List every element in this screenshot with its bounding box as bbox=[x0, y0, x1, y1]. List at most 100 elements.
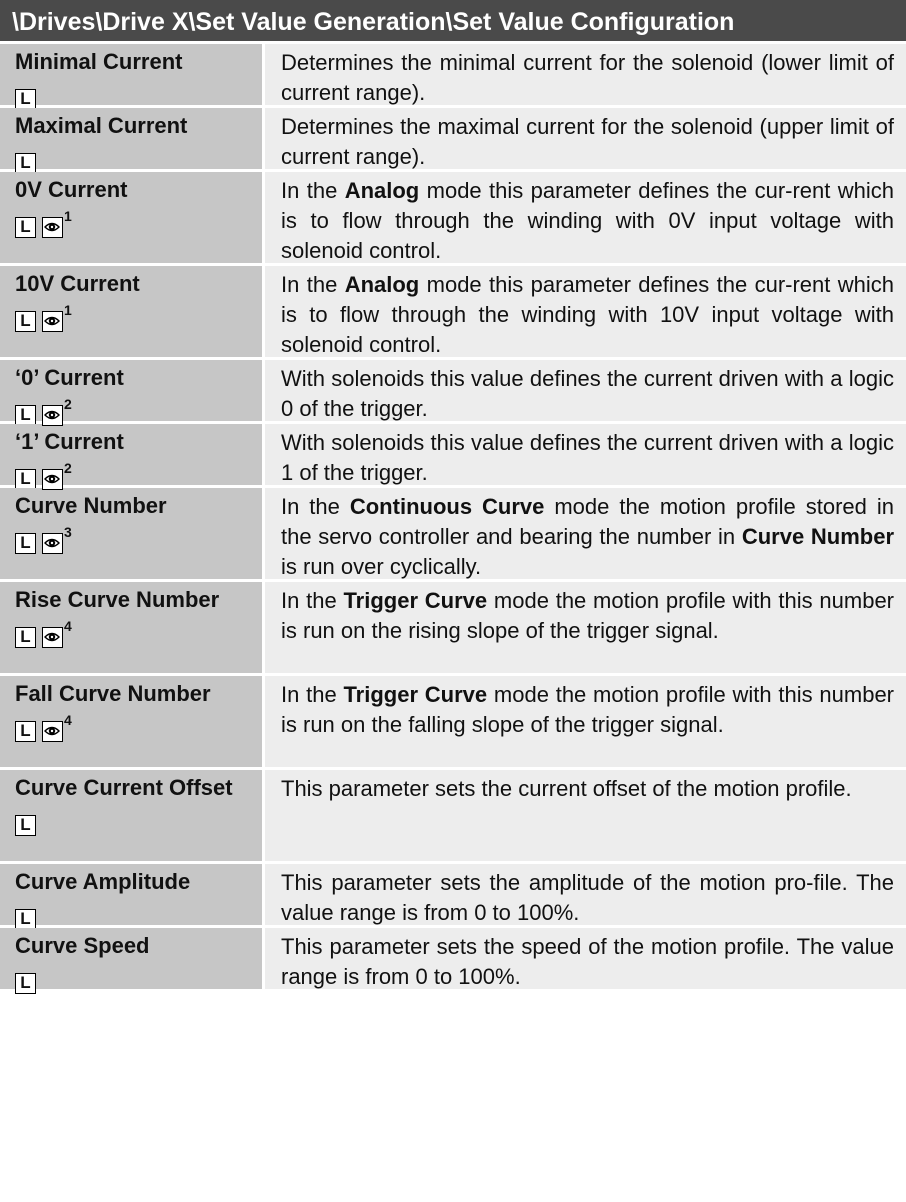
parameter-icons: L bbox=[15, 807, 256, 837]
description-text: In the bbox=[281, 682, 344, 707]
parameter-name: Curve Current Offset bbox=[15, 775, 233, 800]
parameter-name-cell: Fall Curve Number L 4 bbox=[0, 676, 265, 767]
parameter-icons: L bbox=[15, 145, 256, 175]
parameter-name: ‘1’ Current bbox=[15, 429, 124, 454]
parameter-table: Minimal Current L Determines the minimal c… bbox=[0, 44, 906, 994]
parameter-row: ‘0’ Current L 2 With solenoids this value d… bbox=[0, 360, 906, 426]
l-badge-icon: L bbox=[15, 469, 36, 490]
parameter-row: 10V Current L 1 In the Analog mode this par… bbox=[0, 266, 906, 360]
parameter-name-cell: Curve Number L 3 bbox=[0, 488, 265, 579]
description-text: Determines the minimal current for the s… bbox=[281, 50, 894, 105]
emphasized-term: Continuous Curve bbox=[349, 494, 545, 519]
footnote-marker: 3 bbox=[64, 524, 72, 540]
parameter-icons: L1 bbox=[15, 209, 256, 239]
description-text: With solenoids this value defines the cu… bbox=[281, 430, 894, 485]
parameter-name: Minimal Current bbox=[15, 49, 183, 74]
parameter-description: In the Trigger Curve mode the motion pro… bbox=[265, 582, 906, 673]
description-text: is run over cyclically. bbox=[281, 554, 482, 579]
parameter-name: Maximal Current bbox=[15, 113, 188, 138]
footnote-marker: 1 bbox=[64, 208, 72, 224]
description-text: In the bbox=[281, 178, 345, 203]
parameter-name-cell: Curve Amplitude L bbox=[0, 864, 265, 930]
l-badge-icon: L bbox=[15, 217, 36, 238]
parameter-row: Maximal Current L Determines the maximal c… bbox=[0, 108, 906, 174]
parameter-name: 0V Current bbox=[15, 177, 128, 202]
parameter-description: In the Continuous Curve mode the motion … bbox=[265, 488, 906, 579]
l-badge-icon: L bbox=[15, 311, 36, 332]
l-badge-icon: L bbox=[15, 89, 36, 110]
eye-icon bbox=[42, 469, 63, 490]
eye-icon bbox=[42, 311, 63, 332]
l-badge-icon: L bbox=[15, 973, 36, 994]
parameter-name-cell: ‘0’ Current L 2 bbox=[0, 360, 265, 426]
parameter-description: With solenoids this value defines the cu… bbox=[265, 424, 906, 485]
description-text: Determines the maximal current for the s… bbox=[281, 114, 894, 169]
parameter-icons: L2 bbox=[15, 461, 256, 491]
parameter-row: Curve Speed L This parameter sets the spee… bbox=[0, 928, 906, 994]
parameter-icons: L4 bbox=[15, 713, 256, 743]
footnote-marker: 2 bbox=[64, 396, 72, 412]
emphasized-term: Analog bbox=[344, 178, 420, 203]
parameter-description: In the Trigger Curve mode the motion pro… bbox=[265, 676, 906, 767]
parameter-name-cell: Curve Current Offset L bbox=[0, 770, 265, 861]
l-badge-icon: L bbox=[15, 909, 36, 930]
parameter-name: 10V Current bbox=[15, 271, 140, 296]
parameter-row: Rise Curve Number L 4 In the Trigger Curve … bbox=[0, 582, 906, 676]
parameter-name-cell: Maximal Current L bbox=[0, 108, 265, 174]
l-badge-icon: L bbox=[15, 721, 36, 742]
parameter-icons: L3 bbox=[15, 525, 256, 555]
parameter-description: Determines the minimal current for the s… bbox=[265, 44, 906, 105]
description-text: In the bbox=[281, 272, 345, 297]
parameter-description: This parameter sets the speed of the mot… bbox=[265, 928, 906, 989]
parameter-row: Curve Amplitude L This parameter sets the … bbox=[0, 864, 906, 930]
parameter-icons: L1 bbox=[15, 303, 256, 333]
l-badge-icon: L bbox=[15, 533, 36, 554]
footnote-marker: 4 bbox=[64, 618, 72, 634]
l-badge-icon: L bbox=[15, 815, 36, 836]
parameter-row: 0V Current L 1 In the Analog mode this para… bbox=[0, 172, 906, 266]
parameter-name-cell: ‘1’ Current L 2 bbox=[0, 424, 265, 490]
eye-icon bbox=[42, 217, 63, 238]
parameter-row: Fall Curve Number L 4 In the Trigger Curve … bbox=[0, 676, 906, 770]
parameter-icons: L bbox=[15, 81, 256, 111]
l-badge-icon: L bbox=[15, 627, 36, 648]
parameter-name-cell: 0V Current L 1 bbox=[0, 172, 265, 263]
parameter-name: Rise Curve Number bbox=[15, 587, 220, 612]
emphasized-term: Curve Number bbox=[741, 524, 895, 549]
parameter-document: \Drives\Drive X\Set Value Generation\Set… bbox=[0, 0, 906, 994]
description-text: This parameter sets the amplitude of the… bbox=[281, 870, 894, 925]
eye-icon bbox=[42, 405, 63, 426]
parameter-row: Curve Current Offset L This parameter sets… bbox=[0, 770, 906, 864]
parameter-description: This parameter sets the amplitude of the… bbox=[265, 864, 906, 925]
eye-icon bbox=[42, 721, 63, 742]
description-text: With solenoids this value defines the cu… bbox=[281, 366, 894, 421]
eye-icon bbox=[42, 533, 63, 554]
parameter-row: Curve Number L 3 In the Continuous Curve mo… bbox=[0, 488, 906, 582]
l-badge-icon: L bbox=[15, 153, 36, 174]
eye-icon bbox=[42, 627, 63, 648]
parameter-description: With solenoids this value defines the cu… bbox=[265, 360, 906, 421]
parameter-name: ‘0’ Current bbox=[15, 365, 124, 390]
emphasized-term: Trigger Curve bbox=[343, 682, 488, 707]
parameter-description: In the Analog mode this parameter define… bbox=[265, 266, 906, 357]
parameter-row: ‘1’ Current L 2 With solenoids this value d… bbox=[0, 424, 906, 490]
description-text: In the bbox=[281, 494, 350, 519]
parameter-description: Determines the maximal current for the s… bbox=[265, 108, 906, 169]
parameter-icons: L bbox=[15, 901, 256, 931]
footnote-marker: 2 bbox=[64, 460, 72, 476]
parameter-name-cell: Minimal Current L bbox=[0, 44, 265, 110]
parameter-name: Fall Curve Number bbox=[15, 681, 211, 706]
parameter-name-cell: Rise Curve Number L 4 bbox=[0, 582, 265, 673]
section-path-header: \Drives\Drive X\Set Value Generation\Set… bbox=[0, 0, 906, 44]
parameter-name: Curve Speed bbox=[15, 933, 150, 958]
parameter-name-cell: 10V Current L 1 bbox=[0, 266, 265, 357]
l-badge-icon: L bbox=[15, 405, 36, 426]
footnote-marker: 4 bbox=[64, 712, 72, 728]
parameter-icons: L2 bbox=[15, 397, 256, 427]
parameter-description: This parameter sets the current offset o… bbox=[265, 770, 906, 861]
footnote-marker: 1 bbox=[64, 302, 72, 318]
parameter-name: Curve Number bbox=[15, 493, 167, 518]
parameter-icons: L4 bbox=[15, 619, 256, 649]
description-text: This parameter sets the speed of the mot… bbox=[281, 934, 894, 989]
parameter-description: In the Analog mode this parameter define… bbox=[265, 172, 906, 263]
